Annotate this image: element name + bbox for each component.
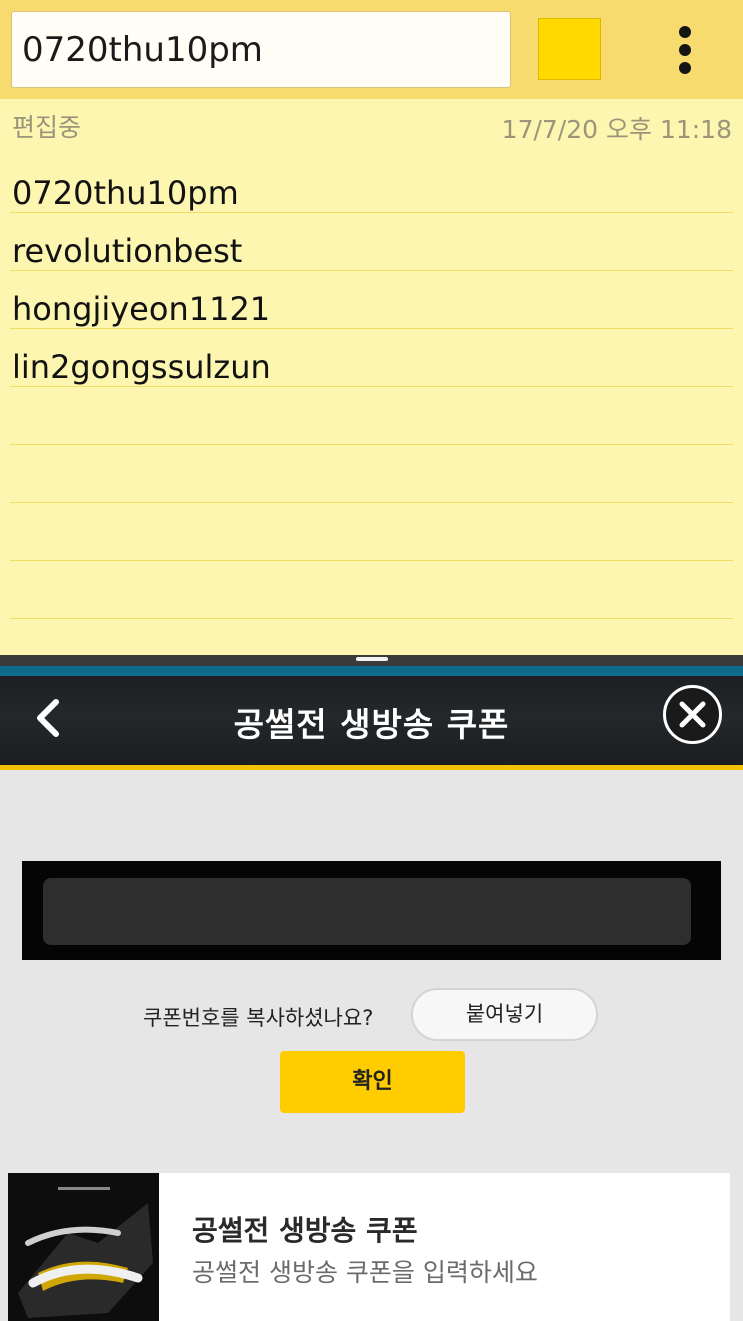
coupon-code-box [22, 861, 721, 960]
split-handle[interactable] [356, 657, 388, 661]
memo-line[interactable] [10, 387, 733, 445]
coupon-card-title: 공썰전 생방송 쿠폰 [192, 1214, 418, 1247]
paste-button[interactable]: 붙여넣기 [411, 988, 598, 1041]
memo-color-button[interactable] [538, 18, 601, 80]
memo-timestamp: 17/7/20 오후 11:18 [501, 115, 732, 144]
page-title: 공썰전 생방송 쿠폰 [233, 705, 510, 744]
memo-app: 편집중 17/7/20 오후 11:18 0720thu10pm revolut… [0, 0, 743, 656]
coupon-header: 공썰전 생방송 쿠폰 [0, 666, 743, 770]
coupon-code-input[interactable] [43, 878, 691, 945]
coupon-body: 쿠폰번호를 복사하셨나요? 붙여넣기 확인 공썰전 생방송 쿠폰 공썰전 생방송… [0, 770, 743, 1321]
close-icon[interactable] [663, 685, 722, 744]
more-vertical-icon[interactable] [668, 26, 702, 74]
memo-line[interactable]: hongjiyeon1121 [10, 271, 733, 329]
edit-status-label: 편집중 [12, 113, 82, 142]
split-screen-divider[interactable] [0, 655, 743, 666]
coupon-card[interactable]: 공썰전 생방송 쿠폰 공썰전 생방송 쿠폰을 입력하세요 [8, 1173, 730, 1321]
coupon-card-subtitle: 공썰전 생방송 쿠폰을 입력하세요 [192, 1258, 538, 1287]
memo-toolbar [0, 0, 743, 99]
memo-body[interactable]: 0720thu10pm revolutionbest hongjiyeon112… [10, 155, 733, 619]
memo-line[interactable] [10, 445, 733, 503]
memo-line[interactable] [10, 503, 733, 561]
confirm-button[interactable]: 확인 [280, 1051, 465, 1113]
memo-title-input[interactable] [11, 11, 511, 88]
memo-line[interactable] [10, 561, 733, 619]
memo-line[interactable]: 0720thu10pm [10, 155, 733, 213]
memo-line[interactable]: lin2gongssulzun [10, 329, 733, 387]
coupon-thumbnail-image [8, 1173, 159, 1321]
memo-line[interactable]: revolutionbest [10, 213, 733, 271]
paste-prompt-label: 쿠폰번호를 복사하셨나요? [143, 1006, 374, 1030]
